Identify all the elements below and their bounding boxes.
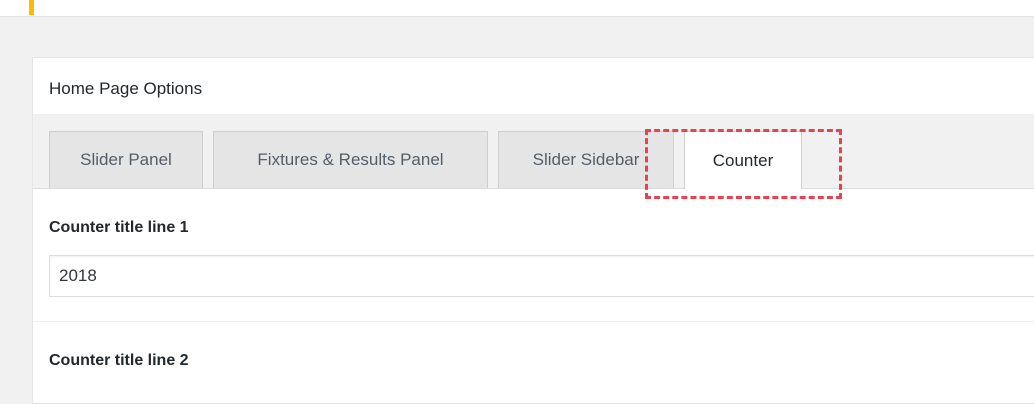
tab-label: Slider Sidebar	[532, 150, 640, 169]
tab-label: Counter	[712, 150, 774, 170]
accent-mark	[29, 0, 34, 15]
tab-fixtures-results-panel[interactable]: Fixtures & Results Panel	[213, 131, 488, 188]
tab-label: Fixtures & Results Panel	[257, 150, 444, 169]
divider	[33, 321, 1034, 322]
field-counter-title-line-1: Counter title line 1	[33, 218, 1034, 297]
field-counter-title-line-2: Counter title line 2	[33, 351, 1034, 371]
tab-label: Slider Panel	[80, 150, 172, 169]
panel-header: Home Page Options	[33, 58, 1034, 115]
tab-slider-panel[interactable]: Slider Panel	[49, 131, 203, 188]
top-strip	[0, 0, 1034, 17]
home-page-options-panel: Home Page Options Slider Panel Fixtures …	[32, 57, 1034, 404]
field-label: Counter title line 2	[49, 352, 189, 369]
counter-title-line-1-input[interactable]	[49, 255, 1034, 297]
tab-counter[interactable]: Counter	[684, 131, 802, 189]
tab-slider-sidebar[interactable]: Slider Sidebar	[498, 131, 674, 188]
tabs-bar: Slider Panel Fixtures & Results Panel Sl…	[33, 115, 1034, 199]
panel-title: Home Page Options	[49, 79, 203, 98]
field-label: Counter title line 1	[49, 219, 189, 236]
